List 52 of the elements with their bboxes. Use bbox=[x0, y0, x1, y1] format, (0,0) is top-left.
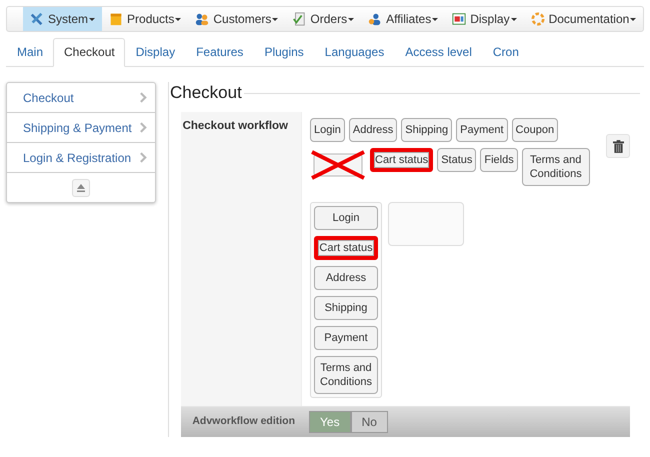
chevron-right-icon bbox=[140, 122, 147, 133]
menu-item[interactable]: Orders bbox=[285, 7, 362, 31]
menu-item[interactable]: Customers bbox=[188, 7, 286, 31]
menu-item[interactable]: Products bbox=[102, 7, 188, 31]
workflow-step-button[interactable]: Address bbox=[348, 118, 398, 142]
tab[interactable]: Access level bbox=[394, 38, 482, 67]
document-check-icon bbox=[292, 12, 306, 26]
tab[interactable]: Features bbox=[185, 38, 254, 67]
tab[interactable]: Checkout bbox=[53, 38, 125, 67]
tab[interactable]: Main bbox=[6, 38, 54, 67]
lifebuoy-icon bbox=[530, 12, 545, 26]
workflow-step-button[interactable]: Shipping bbox=[401, 118, 452, 142]
sidebar-item[interactable]: Checkout bbox=[7, 83, 155, 113]
chevron-right-icon bbox=[140, 92, 147, 103]
menu-item[interactable]: System bbox=[23, 7, 102, 31]
field-label: Checkout workflow bbox=[181, 112, 301, 406]
menu-item[interactable]: Documentation bbox=[524, 7, 644, 31]
workflow-step-button[interactable]: Address bbox=[314, 266, 378, 290]
workflow-step-button[interactable]: Login bbox=[314, 206, 378, 230]
delete-button[interactable] bbox=[606, 134, 630, 158]
workflow-step-button[interactable]: Coupon bbox=[512, 118, 558, 142]
workflow-step-button[interactable]: Payment bbox=[314, 326, 378, 350]
tab[interactable]: Languages bbox=[314, 38, 394, 67]
tab[interactable]: Plugins bbox=[253, 38, 314, 67]
workflow-step-button[interactable]: Payment bbox=[456, 118, 508, 142]
workflow-step-button[interactable]: Status bbox=[437, 148, 476, 172]
sidebar-item[interactable]: Shipping & Payment bbox=[7, 113, 155, 143]
person-icon bbox=[368, 12, 382, 26]
workflow-step-button[interactable]: Login bbox=[310, 118, 345, 142]
workflow-step-button[interactable]: Fields bbox=[480, 148, 518, 172]
workflow-step-button[interactable]: Terms and Conditions bbox=[314, 356, 378, 394]
collapse-button[interactable] bbox=[72, 178, 90, 196]
workflow-step-button[interactable]: Shipping bbox=[314, 296, 378, 320]
tab[interactable]: Display bbox=[124, 38, 186, 67]
section-title: Checkout bbox=[169, 83, 243, 103]
workflow-step-button[interactable]: Cart status bbox=[314, 236, 378, 260]
tab[interactable]: Cron bbox=[482, 38, 529, 67]
tools-icon bbox=[30, 12, 44, 26]
crossed-out-slot-drawing bbox=[310, 148, 366, 180]
chevron-right-icon bbox=[140, 152, 147, 163]
field-label: Advworkflow edition bbox=[191, 414, 296, 429]
toggle-option[interactable]: No bbox=[350, 411, 388, 433]
workflow-step-button[interactable]: Terms and Conditions bbox=[522, 148, 590, 186]
menu-item[interactable]: Affiliates bbox=[361, 7, 446, 31]
eject-icon bbox=[76, 182, 86, 192]
users-icon bbox=[195, 12, 210, 26]
box-icon bbox=[109, 12, 124, 26]
workflow-step-button[interactable]: Cart status bbox=[370, 148, 434, 172]
window-icon bbox=[452, 12, 466, 26]
menu-item[interactable]: Display bbox=[445, 7, 524, 31]
sidebar-item[interactable]: Login & Registration bbox=[7, 143, 155, 173]
trash-icon bbox=[612, 140, 624, 152]
